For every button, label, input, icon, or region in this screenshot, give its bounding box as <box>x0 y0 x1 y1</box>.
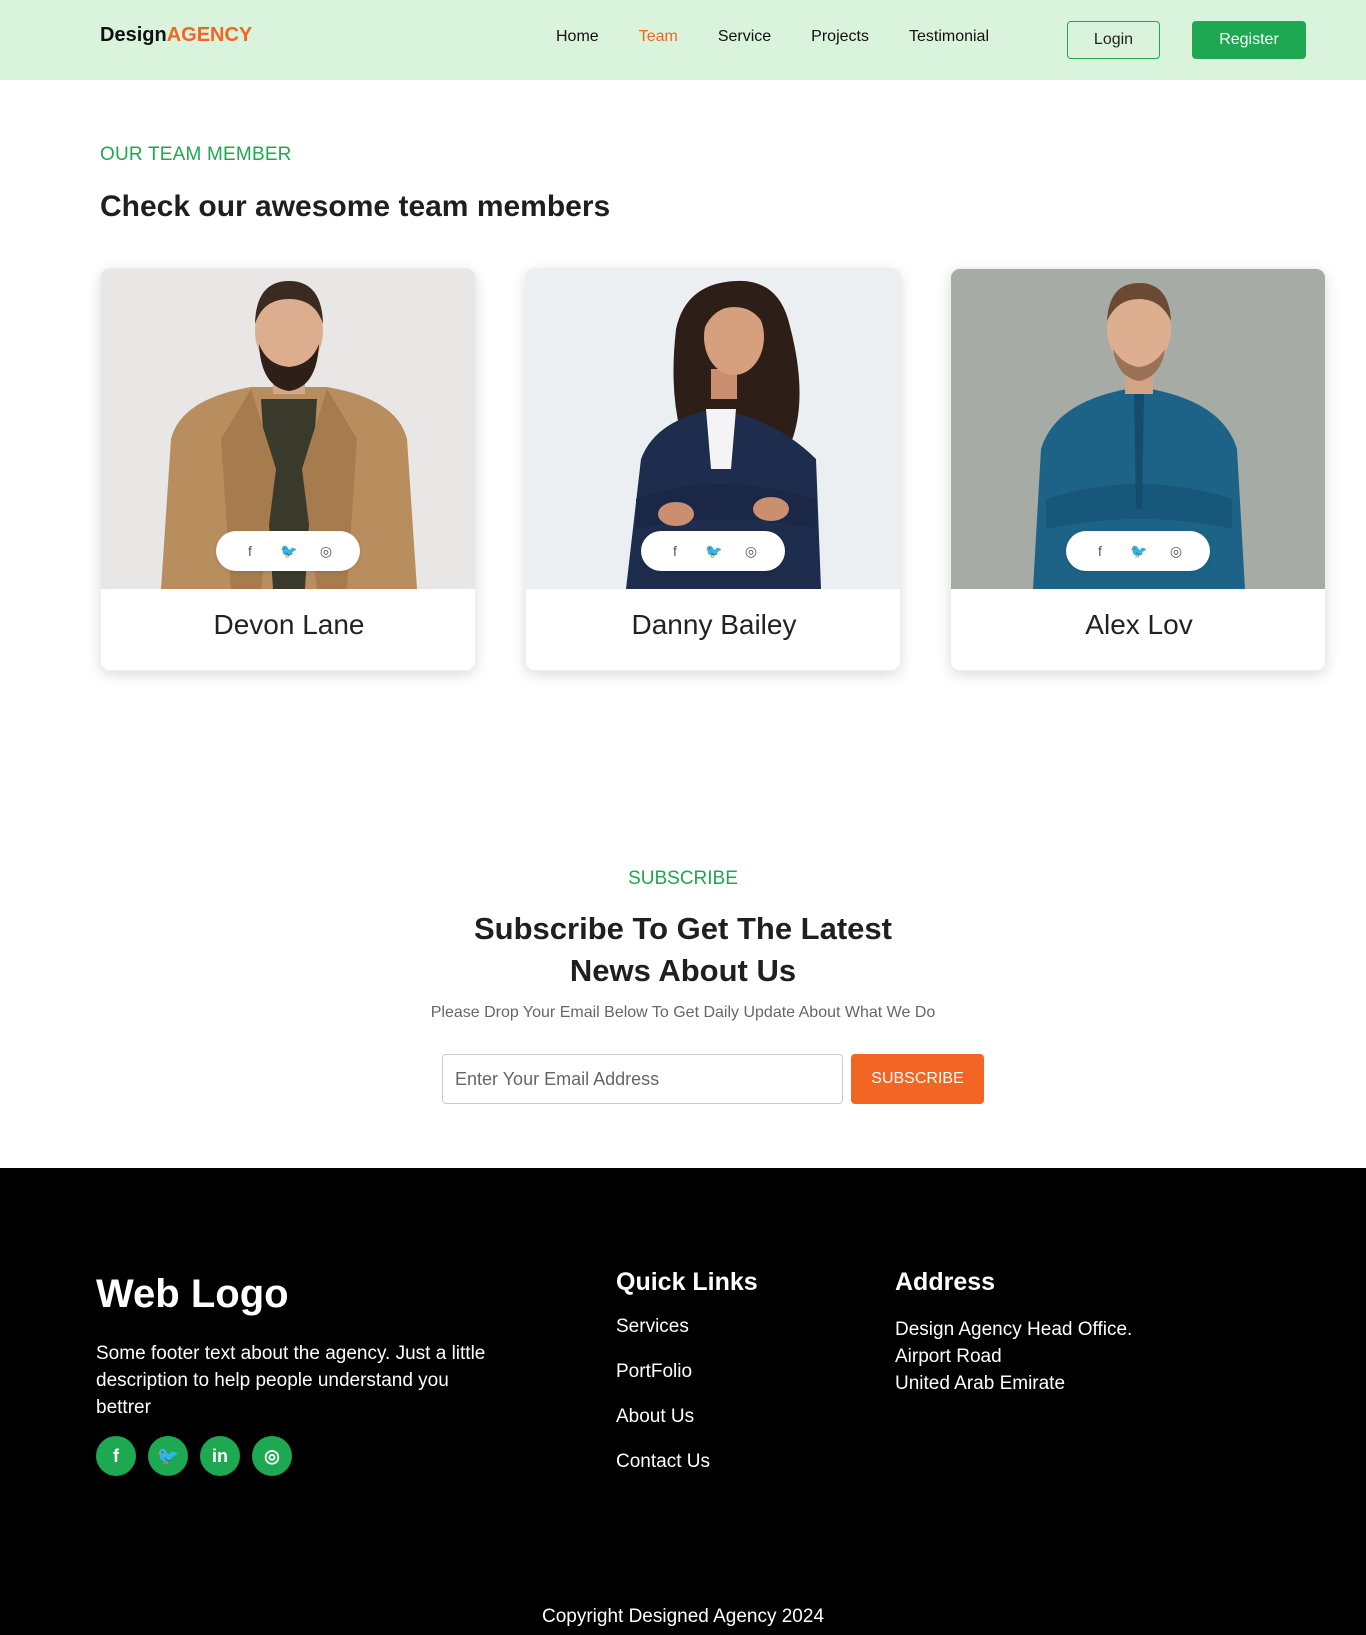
footer-social-links: f 🐦 in ◎ <box>96 1436 292 1476</box>
address-line: Airport Road <box>895 1346 1002 1367</box>
address-heading: Address <box>895 1268 996 1296</box>
twitter-icon[interactable]: 🐦 <box>705 543 722 560</box>
footer-link-portfolio[interactable]: PortFolio <box>616 1361 710 1406</box>
nav-testimonial[interactable]: Testimonial <box>909 28 989 46</box>
linkedin-icon[interactable]: in <box>200 1436 240 1476</box>
facebook-icon[interactable]: f <box>242 543 258 559</box>
subscribe-description: Please Drop Your Email Below To Get Dail… <box>430 1004 936 1021</box>
site-logo[interactable]: DesignAGENCY <box>100 24 252 47</box>
address-line: Design Agency Head Office. <box>895 1319 1133 1340</box>
subscribe-eyebrow: SUBSCRIBE <box>628 868 738 889</box>
facebook-icon[interactable]: f <box>96 1436 136 1476</box>
site-footer: Web Logo Some footer text about the agen… <box>0 1168 1366 1635</box>
nav-service[interactable]: Service <box>718 28 771 46</box>
copyright: Copyright Designed Agency 2024 <box>541 1606 825 1627</box>
team-card: f 🐦 ◎ Alex Lov <box>950 268 1326 671</box>
facebook-icon[interactable]: f <box>667 543 683 559</box>
logo-main-text: Design <box>100 24 167 46</box>
quick-links-heading: Quick Links <box>616 1268 758 1296</box>
instagram-icon[interactable]: ◎ <box>1168 543 1184 560</box>
member-social-links: f 🐦 ◎ <box>216 531 360 571</box>
nav-team[interactable]: Team <box>639 28 678 46</box>
subscribe-title: Subscribe To Get The Latest News About U… <box>433 908 933 992</box>
email-input[interactable] <box>442 1054 843 1104</box>
instagram-icon[interactable]: ◎ <box>252 1436 292 1476</box>
facebook-icon[interactable]: f <box>1092 543 1108 559</box>
nav-projects[interactable]: Projects <box>811 28 869 46</box>
member-social-links: f 🐦 ◎ <box>641 531 785 571</box>
member-name: Alex Lov <box>1085 609 1193 640</box>
twitter-icon[interactable]: 🐦 <box>148 1436 188 1476</box>
nav-home[interactable]: Home <box>556 28 599 46</box>
instagram-icon[interactable]: ◎ <box>318 543 334 560</box>
subscribe-title-line-2: News About Us <box>569 953 797 988</box>
quick-links-list: Services PortFolio About Us Contact Us <box>616 1316 710 1496</box>
member-social-links: f 🐦 ◎ <box>1066 531 1210 571</box>
instagram-icon[interactable]: ◎ <box>743 543 759 560</box>
twitter-icon[interactable]: 🐦 <box>280 543 297 560</box>
footer-link-about[interactable]: About Us <box>616 1406 710 1451</box>
address-line: United Arab Emirate <box>895 1373 1066 1394</box>
twitter-icon[interactable]: 🐦 <box>1130 543 1147 560</box>
login-button[interactable]: Login <box>1067 21 1160 59</box>
subscribe-button[interactable]: SUBSCRIBE <box>851 1054 984 1104</box>
team-eyebrow: OUR TEAM MEMBER <box>100 144 292 165</box>
logo-accent-text: AGENCY <box>166 24 253 46</box>
team-card: f 🐦 ◎ Devon Lane <box>100 268 476 671</box>
member-name: Danny Bailey <box>631 609 797 640</box>
team-title: Check our awesome team members <box>100 190 611 223</box>
footer-link-services[interactable]: Services <box>616 1316 710 1361</box>
member-name: Devon Lane <box>213 609 365 640</box>
register-button[interactable]: Register <box>1192 21 1306 59</box>
footer-logo: Web Logo <box>96 1272 289 1316</box>
address-block: Design Agency Head Office. Airport Road … <box>895 1316 1132 1397</box>
site-header: DesignAGENCY Home Team Service Projects … <box>0 0 1366 80</box>
main-nav: Home Team Service Projects Testimonial <box>556 28 1029 46</box>
team-card: f 🐦 ◎ Danny Bailey <box>525 268 901 671</box>
subscribe-title-line-1: Subscribe To Get The Latest <box>473 911 892 946</box>
footer-description: Some footer text about the agency. Just … <box>96 1343 486 1418</box>
footer-link-contact[interactable]: Contact Us <box>616 1451 710 1496</box>
